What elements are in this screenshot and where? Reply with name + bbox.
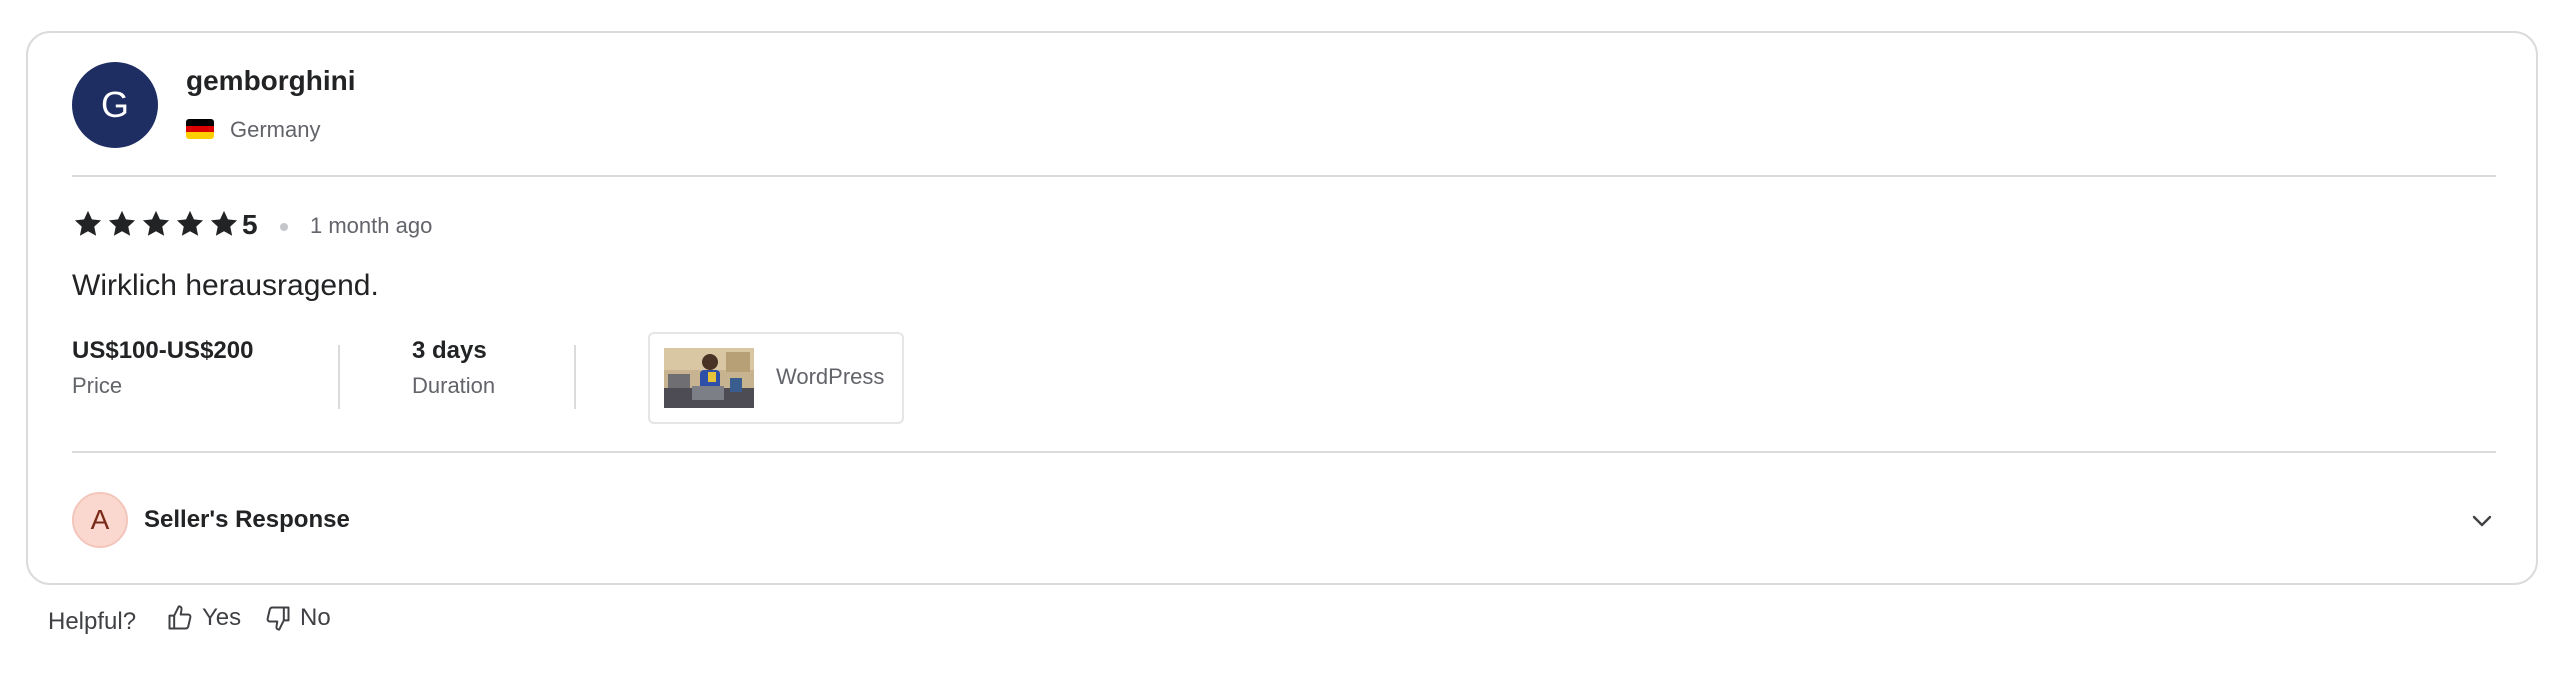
star-icon [108,210,136,236]
stat-separator [574,345,576,409]
user-country: Germany [230,117,321,142]
header-divider [72,175,2496,177]
seller-avatar-initial: A [90,504,110,535]
chevron-down-icon[interactable] [2464,503,2500,539]
star-icon [176,210,204,236]
username[interactable]: gemborghini [186,65,356,97]
helpful-no-label: No [300,604,331,631]
helpful-no-button[interactable]: No [264,604,331,632]
seller-response-title[interactable]: Seller's Response [144,506,350,534]
user-avatar-initial: G [100,84,129,125]
helpful-yes-label: Yes [202,604,242,631]
price-value: US$100-US$200 [72,337,254,364]
price-label: Price [72,373,123,398]
rating-value: 5 [242,209,258,240]
stat-separator [338,345,340,409]
portfolio-item[interactable]: WordPress [648,332,904,424]
star-icon [142,210,170,236]
thumbs-down-icon [266,606,290,631]
star-rating [72,208,240,240]
review-text: Wirklich herausragend. [72,269,379,302]
duration-value: 3 days [412,337,487,364]
portfolio-label: WordPress [776,364,885,389]
seller-avatar: A [72,492,128,548]
thumbs-up-icon [168,605,192,630]
star-icon [210,210,238,236]
review-time: 1 month ago [310,213,433,238]
user-avatar[interactable]: G [72,62,158,148]
portfolio-thumbnail [664,348,754,408]
response-divider [72,451,2496,453]
star-icon [74,210,102,236]
helpful-yes-button[interactable]: Yes [166,604,241,632]
helpful-question: Helpful? [48,608,137,635]
separator-dot [280,223,288,231]
review-card: G gemborghini Germany 5 1 month ago Wirk… [26,31,2538,585]
germany-flag-icon [186,119,214,139]
duration-label: Duration [412,373,496,398]
